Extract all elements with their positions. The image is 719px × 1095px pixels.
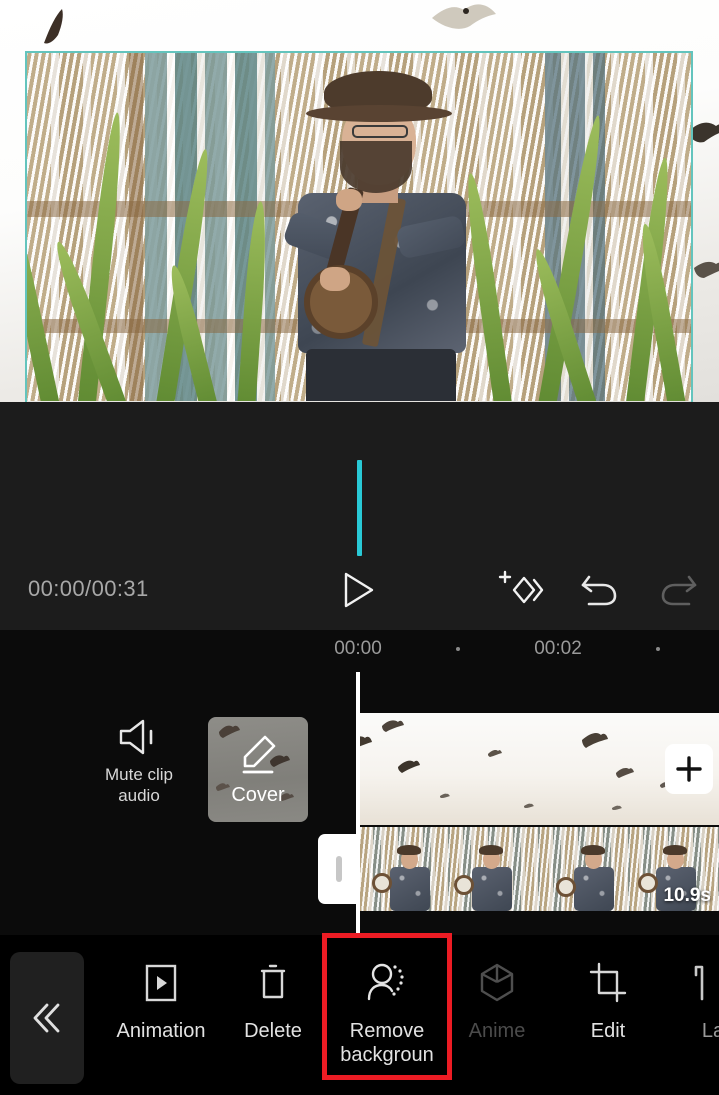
- person-beard: [340, 141, 412, 193]
- bird-icon: [40, 5, 90, 47]
- speaker-mute-icon: [119, 719, 153, 755]
- bird-icon: [440, 793, 450, 799]
- cover-button[interactable]: Cover: [208, 717, 308, 822]
- cover-label: Cover: [231, 783, 285, 806]
- crop-icon: [587, 958, 629, 1008]
- animation-icon: [140, 958, 182, 1008]
- trim-grip: [336, 856, 342, 882]
- collapse-toolbar-button[interactable]: [10, 952, 84, 1084]
- bird-icon: [582, 731, 608, 749]
- bird-icon: [488, 749, 502, 758]
- toolbar-label-layer: La: [701, 1020, 719, 1042]
- toolbar-label-edit: Edit: [590, 1020, 626, 1042]
- pencil-edit-icon: [237, 733, 279, 780]
- person-pants: [306, 349, 456, 401]
- add-clip-button[interactable]: [665, 744, 713, 794]
- wood-post: [129, 51, 143, 401]
- add-keyframe-icon: [498, 570, 544, 604]
- ruler-tick-dot: [456, 647, 460, 651]
- layer-icon: [692, 958, 719, 1008]
- clip-thumbnail: [450, 827, 540, 911]
- toolbar-item-edit[interactable]: Edit: [550, 958, 666, 1043]
- timeline-playhead[interactable]: [356, 672, 360, 935]
- bird-icon: [694, 258, 719, 282]
- clip-thumbnail: [360, 827, 450, 911]
- mute-clip-audio-label: Mute clip audio: [104, 765, 174, 805]
- timeline-track-overlay[interactable]: 10.9s: [360, 827, 719, 911]
- toolbar-item-layer[interactable]: La: [655, 958, 719, 1043]
- transport-bar: 00:00/00:31: [0, 402, 719, 630]
- chevron-double-left-icon: [33, 1003, 60, 1033]
- person-hat-brim: [306, 105, 452, 122]
- bird-icon: [360, 735, 372, 751]
- undo-icon: [581, 575, 617, 606]
- clip-duration-label: 10.9s: [663, 885, 711, 906]
- toolbar-label-anime: Anime: [468, 1020, 526, 1042]
- redo-icon: [661, 575, 697, 606]
- bird-icon: [216, 779, 230, 797]
- plus-icon: [676, 756, 702, 782]
- bird-icon: [524, 803, 534, 809]
- timeline-ruler[interactable]: 00:00 00:02: [0, 630, 719, 674]
- person-hand: [320, 267, 350, 291]
- clip-thumbnail: [540, 827, 630, 911]
- toolbar-label-animation: Animation: [116, 1020, 206, 1042]
- trash-icon: [252, 958, 294, 1008]
- bird-icon: [612, 805, 622, 811]
- person-figure: [280, 69, 480, 401]
- bird-icon: [382, 719, 404, 733]
- redo-button[interactable]: [651, 562, 707, 618]
- clip-trim-handle-left[interactable]: [318, 834, 360, 904]
- add-keyframe-button[interactable]: [491, 562, 547, 618]
- play-button[interactable]: [331, 562, 387, 618]
- undo-button[interactable]: [571, 562, 627, 618]
- person-hand: [336, 189, 362, 211]
- ruler-tick-label: 00:02: [534, 638, 582, 659]
- overlay-video-clip[interactable]: [25, 51, 693, 401]
- video-editor-screen: 00:00/00:31 00:00 00:02 Mute clip audio …: [0, 0, 719, 1095]
- cube-icon: [476, 958, 518, 1008]
- remove-background-icon: [364, 958, 410, 1008]
- mute-clip-audio-button[interactable]: Mute clip audio: [92, 718, 186, 810]
- toolbar-item-anime[interactable]: Anime: [439, 958, 555, 1043]
- time-display: 00:00/00:31: [28, 576, 149, 601]
- video-preview[interactable]: [0, 0, 719, 402]
- toolbar-item-animation[interactable]: Animation: [103, 958, 219, 1043]
- toolbar-item-delete[interactable]: Delete: [215, 958, 331, 1043]
- bird-icon: [430, 0, 500, 36]
- bird-icon: [616, 767, 634, 779]
- ruler-tick-label: 00:00: [334, 638, 382, 659]
- toolbar-label-delete: Delete: [244, 1020, 302, 1042]
- text-cursor-indicator: [357, 460, 362, 556]
- ruler-tick-dot: [656, 647, 660, 651]
- bird-icon: [398, 759, 420, 774]
- toolbar-item-remove-background[interactable]: Remove backgroun: [329, 958, 445, 1067]
- toolbar-label-remove-background: Remove backgroun: [340, 1020, 434, 1066]
- bottom-toolbar: Animation Delete Remove backgroun Anime …: [0, 935, 719, 1095]
- glasses-icon: [352, 125, 408, 138]
- play-icon: [344, 572, 374, 608]
